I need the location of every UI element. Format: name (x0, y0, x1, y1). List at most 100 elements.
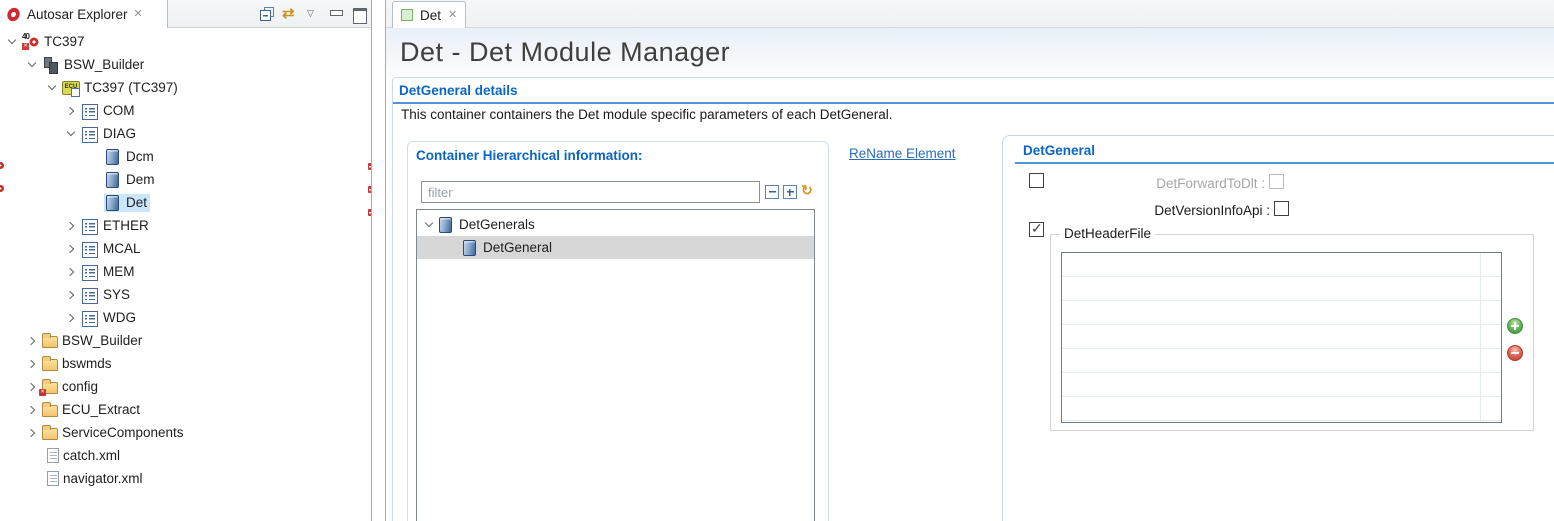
maximize-icon[interactable] (351, 6, 367, 22)
refresh-icon[interactable] (801, 182, 817, 198)
tree-row[interactable]: ECU_Extract (0, 398, 371, 421)
close-icon[interactable]: ✕ (134, 8, 143, 20)
tree-item-label: MCAL (103, 241, 141, 256)
table-row[interactable] (1062, 253, 1501, 277)
tree-item-label: bswmds (62, 356, 112, 371)
table-row[interactable] (1062, 373, 1501, 397)
tree-row[interactable]: Dcm (0, 145, 371, 168)
tree-row[interactable]: config (0, 375, 371, 398)
tree-row[interactable]: navigator.xml (0, 467, 371, 490)
chevron-right-icon[interactable] (24, 402, 40, 418)
det-version-info-api-checkbox[interactable] (1274, 201, 1289, 216)
autosar-explorer-view: Autosar Explorer ✕ TC397BSW_BuilderTC397… (0, 0, 372, 521)
tree-row[interactable]: DetGenerals (417, 213, 814, 236)
remove-button[interactable] (1507, 345, 1523, 361)
view-menu-icon[interactable] (305, 6, 321, 22)
container-icon (463, 240, 476, 256)
chevron-right-icon[interactable] (63, 287, 79, 303)
detgeneral-underline (1015, 162, 1554, 164)
module-list-icon (81, 103, 99, 119)
tree-row[interactable]: DIAG (0, 122, 371, 145)
det-module-icon (106, 195, 119, 211)
tree-item-label: DetGeneral (483, 240, 552, 255)
tree-item-label: COM (103, 103, 135, 118)
tab-det-editor[interactable]: Det ✕ (392, 1, 466, 28)
chevron-down-icon[interactable] (421, 217, 437, 233)
tree-item-label: BSW_Builder (62, 333, 142, 348)
chevron-right-icon[interactable] (24, 379, 40, 395)
tree-item-label: config (62, 379, 98, 394)
collapse-all-icon[interactable] (765, 185, 779, 199)
det-header-file-legend: DetHeaderFile (1060, 226, 1155, 241)
folder-icon (42, 359, 58, 371)
tree-row[interactable]: TC397 (TC397) (0, 76, 371, 99)
tree-row[interactable]: DetGeneral (417, 236, 814, 259)
tree-row[interactable]: Dem (0, 168, 371, 191)
editor-tabbar: Det ✕ (386, 0, 1554, 28)
chevron-down-icon[interactable] (24, 57, 40, 73)
tree-row[interactable]: COM (0, 99, 371, 122)
tree-row[interactable]: MEM (0, 260, 371, 283)
det-forward-to-dlt-label: DetForwardToDlt : (1003, 176, 1265, 191)
chevron-right-icon[interactable] (63, 241, 79, 257)
det-version-info-api-label: DetVersionInfoApi : (1003, 203, 1270, 218)
table-row[interactable] (1062, 397, 1501, 421)
tree-item-label: navigator.xml (63, 471, 143, 486)
det-header-file-fieldset: DetHeaderFile (1050, 234, 1534, 431)
add-button[interactable] (1507, 318, 1523, 334)
tab-autosar-explorer[interactable]: Autosar Explorer ✕ (0, 0, 168, 28)
chevron-right-icon[interactable] (24, 356, 40, 372)
chevron-down-icon[interactable] (63, 126, 79, 142)
tree-row[interactable]: SYS (0, 283, 371, 306)
expand-all-icon[interactable] (783, 185, 797, 199)
close-icon[interactable]: ✕ (448, 9, 457, 21)
tree-row[interactable]: ETHER (0, 214, 371, 237)
tree-row[interactable]: MCAL (0, 237, 371, 260)
tree-row[interactable]: Det (0, 191, 371, 214)
chevron-down-icon[interactable] (44, 80, 60, 96)
chevron-right-icon[interactable] (63, 103, 79, 119)
module-list-icon (81, 241, 99, 257)
tree-row[interactable]: catch.xml (0, 444, 371, 467)
rename-element-link[interactable]: ReName Element (849, 146, 956, 161)
det-header-file-checkbox[interactable] (1029, 222, 1044, 237)
tree-item-label: TC397 (TC397) (84, 80, 178, 95)
editor-tab-label: Det (420, 8, 441, 23)
tree-row[interactable]: BSW_Builder (0, 53, 371, 76)
table-column-separator (1480, 253, 1481, 422)
tree-row[interactable]: WDG (0, 306, 371, 329)
diag-module-icon (106, 149, 119, 165)
table-row[interactable] (1062, 325, 1501, 349)
chevron-right-icon[interactable] (24, 425, 40, 441)
table-row[interactable] (1062, 301, 1501, 325)
chevron-right-icon[interactable] (63, 310, 79, 326)
tree-item-label: Det (126, 195, 147, 210)
tree-item-label: DIAG (103, 126, 136, 141)
tree-item-label: MEM (103, 264, 135, 279)
chevron-right-icon[interactable] (24, 333, 40, 349)
tree-row[interactable]: BSW_Builder (0, 329, 371, 352)
autosar-logo-icon (5, 4, 22, 24)
chevron-right-icon[interactable] (63, 264, 79, 280)
collapse-all-icon[interactable] (259, 6, 275, 22)
tree-row[interactable]: TC397 (0, 30, 371, 53)
chevron-down-icon[interactable] (4, 34, 20, 50)
det-header-file-table[interactable] (1061, 252, 1502, 423)
tree-item-label: catch.xml (63, 448, 120, 463)
tree-row[interactable]: bswmds (0, 352, 371, 375)
form-title-band: Det - Det Module Manager (386, 28, 1554, 77)
tree-row[interactable]: ServiceComponents (0, 421, 371, 444)
tree-item-label: Dem (126, 172, 155, 187)
table-row[interactable] (1062, 349, 1501, 373)
tree-item-label: ETHER (103, 218, 149, 233)
module-list-icon (81, 287, 99, 303)
folder-icon (42, 405, 58, 417)
module-list-icon (81, 126, 99, 142)
minimize-icon[interactable] (328, 6, 344, 22)
xml-file-icon (47, 471, 59, 486)
link-with-editor-icon[interactable] (282, 6, 298, 22)
detgeneral-group: DetGeneral DetForwardToDlt : DetVersionI… (1002, 135, 1554, 521)
filter-input[interactable] (421, 181, 760, 203)
chevron-right-icon[interactable] (63, 218, 79, 234)
table-row[interactable] (1062, 277, 1501, 301)
